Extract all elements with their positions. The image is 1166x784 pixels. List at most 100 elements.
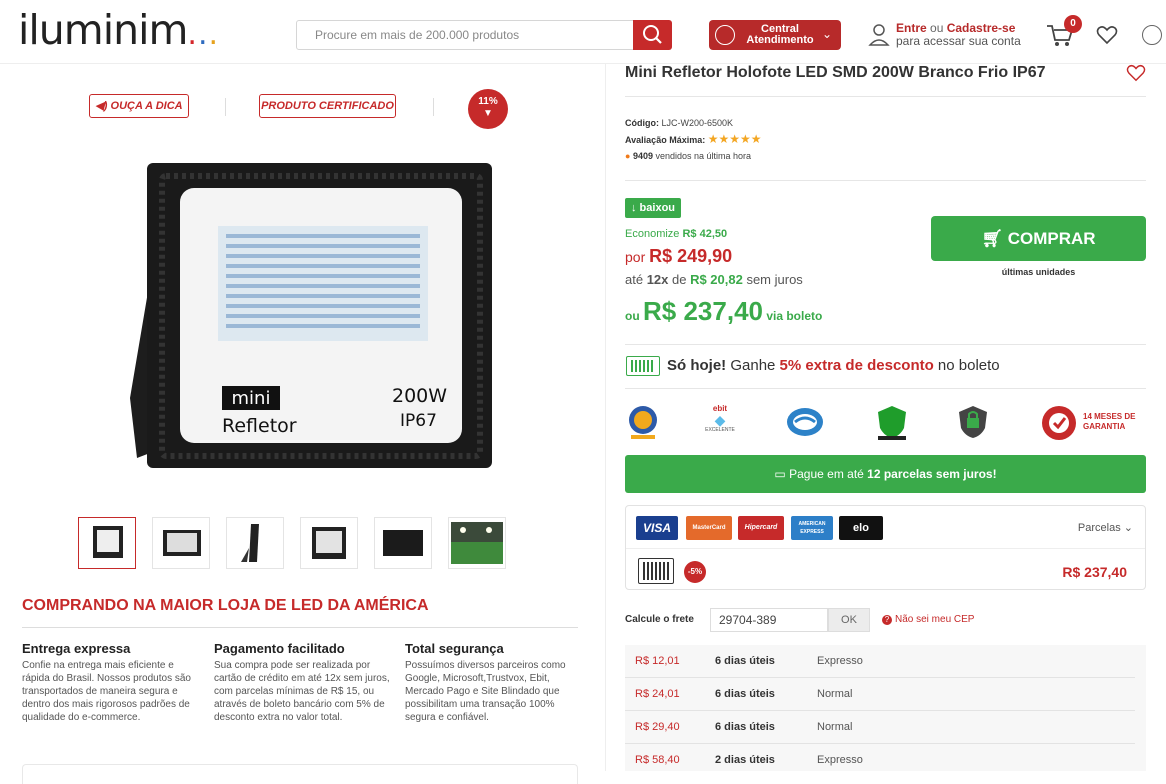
site-blindado-shield-icon[interactable] bbox=[874, 404, 910, 440]
table-row[interactable]: R$ 29,40 6 dias úteis Normal bbox=[625, 711, 1146, 744]
login-line1: Entre ou Cadastre-se bbox=[896, 21, 1016, 35]
search-button[interactable] bbox=[633, 20, 672, 50]
security-seal-icon[interactable] bbox=[625, 404, 661, 440]
product-label-refletor: Refletor bbox=[222, 415, 297, 437]
cep-input[interactable]: 29704-389 bbox=[710, 608, 828, 632]
frete-label: Calcule o frete bbox=[625, 614, 694, 625]
economize-text: Economize R$ 42,50 bbox=[625, 228, 728, 240]
flame-icon: ● bbox=[625, 151, 631, 161]
divider bbox=[625, 96, 1146, 97]
divider bbox=[625, 344, 1146, 345]
boleto-price: ou R$ 237,40 via boleto bbox=[625, 296, 823, 326]
column-divider bbox=[605, 64, 606, 771]
search-icon bbox=[643, 25, 662, 44]
cep-ok-button[interactable]: OK bbox=[828, 608, 870, 632]
table-row[interactable]: R$ 12,01 6 dias úteis Expresso bbox=[625, 645, 1146, 678]
divider bbox=[625, 180, 1146, 181]
next-section-box bbox=[22, 764, 578, 784]
feature-title: Pagamento facilitado bbox=[214, 641, 345, 656]
section-title: COMPRANDO NA MAIOR LOJA DE LED DA AMÉRIC… bbox=[22, 597, 429, 614]
logo-dots: ... bbox=[187, 17, 220, 52]
product-rating: Avaliação Máxima: ★★★★★ bbox=[625, 132, 762, 146]
cart-count-badge: 0 bbox=[1064, 15, 1082, 33]
headset-icon bbox=[715, 25, 735, 45]
product-main-image[interactable]: mini Refletor 200W IP67 bbox=[92, 148, 512, 493]
feature-text: Confie na entrega mais eficiente e rápid… bbox=[22, 660, 191, 723]
product-title: Mini Refletor Holofote LED SMD 200W Bran… bbox=[625, 64, 1046, 81]
mastercard-card: MasterCard bbox=[686, 516, 732, 540]
hipercard-card: Hipercard bbox=[738, 516, 784, 540]
feature-entrega: Entrega expressa Confie na entrega mais … bbox=[22, 641, 200, 724]
site-header: iluminim... Procure em mais de 200.000 p… bbox=[0, 0, 1166, 64]
divider bbox=[626, 548, 1145, 549]
payment-methods-box: VISA MasterCard Hipercard AMERICAN EXPRE… bbox=[625, 505, 1146, 590]
divider bbox=[625, 388, 1146, 389]
credit-card-icon: ▭ bbox=[774, 467, 786, 481]
garantia-text: 14 MESES DE GARANTIA bbox=[1083, 412, 1136, 431]
table-row[interactable]: R$ 24,01 6 dias úteis Normal bbox=[625, 678, 1146, 711]
baixou-badge: ↓ baixou bbox=[625, 198, 682, 218]
logo-text: iluminim bbox=[18, 6, 188, 54]
thumbnail-image bbox=[383, 530, 423, 556]
produto-certificado-badge[interactable]: PRODUTO CERTIFICADO bbox=[259, 94, 396, 118]
installments-text: até 12x de R$ 20,82 sem juros bbox=[625, 272, 803, 287]
discount-badge: 11% ▼ bbox=[468, 89, 508, 129]
barcode-icon bbox=[626, 356, 660, 376]
product-label-watts: 200W bbox=[392, 385, 447, 407]
comprar-button[interactable]: 🛒︎ COMPRAR bbox=[931, 216, 1146, 261]
site-logo[interactable]: iluminim... bbox=[18, 6, 219, 54]
feature-seguranca: Total segurança Possuímos diversos parce… bbox=[405, 641, 583, 724]
thumbnail-image bbox=[312, 527, 346, 559]
price-por: por R$ 249,90 bbox=[625, 246, 733, 266]
guarantee-badge-icon[interactable] bbox=[1040, 404, 1078, 440]
user-icon bbox=[868, 24, 890, 46]
divider bbox=[22, 627, 578, 628]
ebit-seal[interactable]: ebit ◆ EXCELENTE bbox=[700, 404, 740, 440]
diamond-icon: ◆ bbox=[714, 412, 726, 428]
feature-title: Entrega expressa bbox=[22, 641, 131, 656]
ultimas-unidades: últimas unidades bbox=[1001, 267, 1076, 277]
boleto-box-price: R$ 237,40 bbox=[1062, 564, 1127, 580]
cart-icon: 🛒︎ bbox=[981, 229, 1003, 248]
divider bbox=[433, 98, 434, 116]
central-label: Central Atendimento bbox=[746, 23, 814, 46]
thumbnail-3[interactable] bbox=[226, 517, 284, 569]
parcelas-dropdown[interactable]: Parcelas ⌄ bbox=[1078, 521, 1133, 534]
favorite-heart-icon[interactable] bbox=[1126, 64, 1146, 82]
elo-card: elo bbox=[839, 516, 883, 540]
chevron-down-icon: ⌄ bbox=[822, 27, 833, 41]
rating-stars: ★★★★★ bbox=[707, 132, 762, 146]
thumbnail-4[interactable] bbox=[300, 517, 358, 569]
ouca-a-dica-button[interactable]: ◀) OUÇA A DICA bbox=[89, 94, 189, 118]
thumbnail-image bbox=[241, 524, 259, 562]
thumbnail-image bbox=[163, 530, 201, 556]
product-label-mini: mini bbox=[232, 388, 271, 409]
heart-icon[interactable] bbox=[1096, 25, 1118, 45]
frete-table: R$ 12,01 6 dias úteis Expresso R$ 24,01 6 d… bbox=[625, 645, 1146, 771]
feature-pagamento: Pagamento facilitado Sua compra pode ser… bbox=[214, 641, 392, 724]
visa-card: VISA bbox=[636, 516, 678, 540]
boleto-discount-badge: -5% bbox=[684, 561, 706, 583]
thumbnail-image bbox=[93, 526, 123, 558]
sold-count: ● 9409 vendidos na última hora bbox=[625, 151, 752, 161]
history-clock-icon[interactable] bbox=[1142, 25, 1162, 45]
product-code: Código: LJC-W200-6500K bbox=[625, 118, 734, 128]
search-input[interactable]: Procure em mais de 200.000 produtos bbox=[296, 20, 634, 50]
mercado-pago-seal-icon[interactable] bbox=[785, 404, 825, 440]
feature-text: Sua compra pode ser realizada por cartão… bbox=[214, 660, 390, 723]
nao-sei-cep-link[interactable]: ? Não sei meu CEP bbox=[882, 614, 974, 625]
boleto-promo-text: Só hoje! Ganhe 5% extra de desconto no b… bbox=[667, 357, 1000, 374]
thumbnail-6[interactable] bbox=[448, 517, 506, 569]
product-label-ip: IP67 bbox=[400, 411, 437, 431]
thumbnail-5[interactable] bbox=[374, 517, 432, 569]
thumbnail-2[interactable] bbox=[152, 517, 210, 569]
pague-parcelas-button[interactable]: ▭ Pague em até 12 parcelas sem juros! bbox=[625, 455, 1146, 493]
boleto-barcode-icon bbox=[638, 558, 674, 584]
thumbnail-1[interactable] bbox=[78, 517, 136, 569]
table-row[interactable]: R$ 58,40 2 dias úteis Expresso bbox=[625, 744, 1146, 777]
lock-shield-icon[interactable] bbox=[956, 404, 990, 440]
login-line2: para acessar sua conta bbox=[896, 34, 1021, 48]
central-atendimento-button[interactable]: Central Atendimento ⌄ bbox=[709, 20, 841, 50]
thumbnail-image bbox=[451, 522, 503, 564]
feature-text: Possuímos diversos parceiros como Google… bbox=[405, 660, 566, 723]
